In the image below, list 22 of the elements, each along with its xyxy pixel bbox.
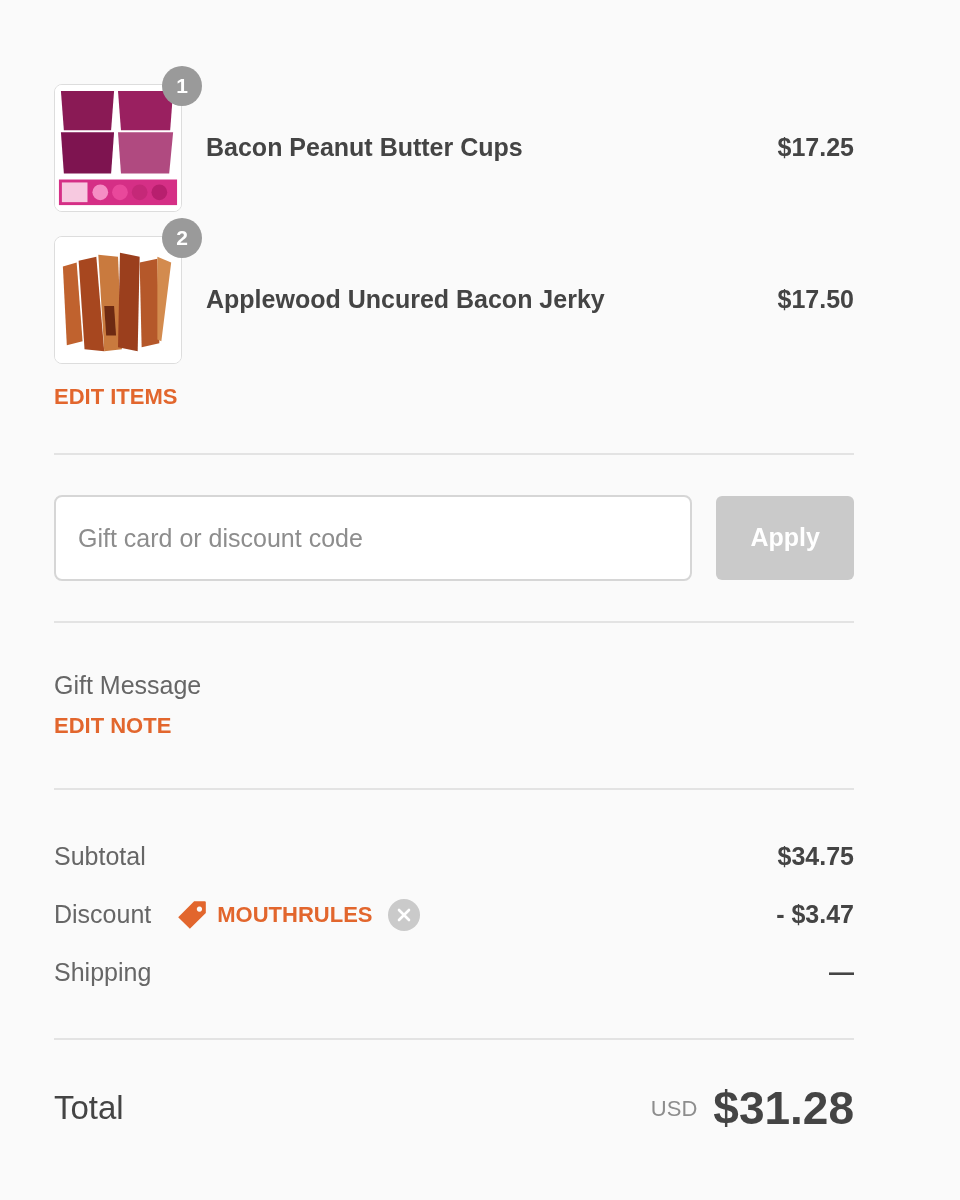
item-price: $17.50 <box>777 284 854 316</box>
summary-label: Shipping <box>54 956 152 988</box>
summary-label: Discount <box>54 898 152 930</box>
summary-value: $34.75 <box>777 840 854 872</box>
edit-items-link[interactable]: EDIT ITEMS <box>54 380 178 413</box>
currency-code: USD <box>650 1094 698 1123</box>
discount-code-field[interactable]: Gift card or discount code <box>54 495 693 581</box>
total-amount: $31.28 <box>713 1080 854 1136</box>
quantity-badge: 2 <box>162 218 202 258</box>
close-icon <box>397 907 412 922</box>
discount-code: MOUTHRULES <box>217 901 373 929</box>
item-name: Applewood Uncured Bacon Jerky <box>206 284 606 316</box>
gift-message-label: Gift Message <box>54 670 203 701</box>
item-name: Bacon Peanut Butter Cups <box>206 132 524 164</box>
summary-label: Subtotal <box>54 840 146 872</box>
item-price: $17.25 <box>777 132 854 164</box>
summary-value: - $3.47 <box>776 898 854 930</box>
edit-note-link[interactable]: EDIT NOTE <box>54 708 172 742</box>
remove-discount-button[interactable] <box>388 898 421 931</box>
total-label: Total <box>54 1088 124 1129</box>
summary-value: — <box>829 956 854 988</box>
quantity-badge: 1 <box>162 66 202 106</box>
